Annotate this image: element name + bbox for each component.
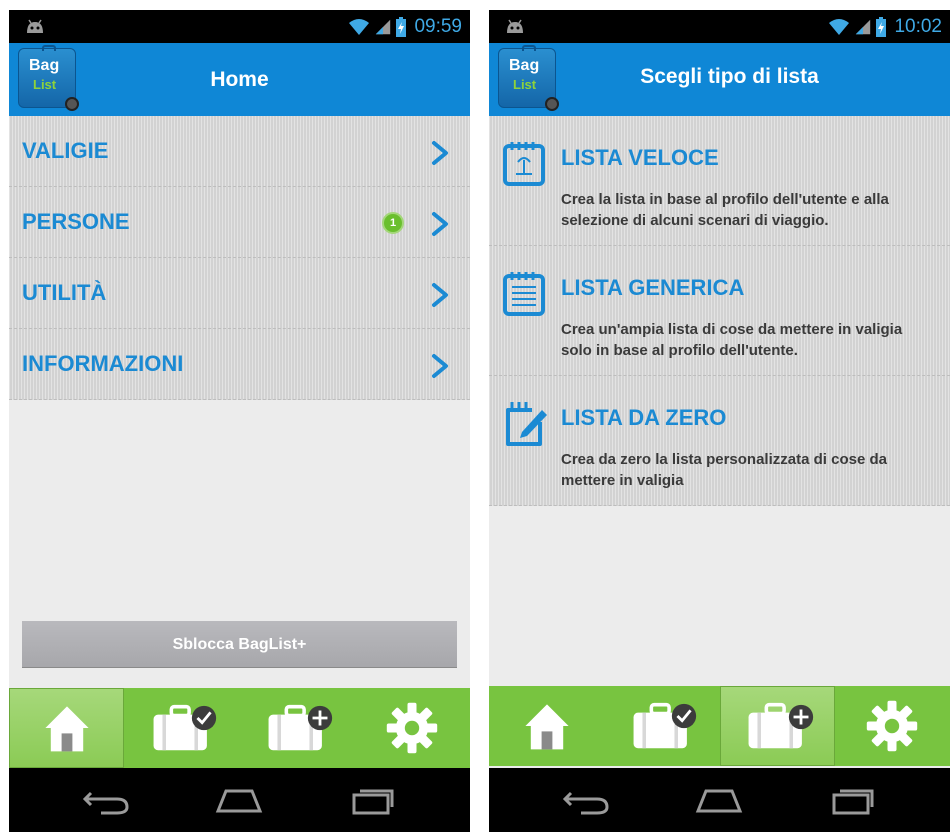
notepad-lines-icon [502,270,546,318]
status-time: 10:02 [894,16,942,37]
chevron-right-icon [430,283,450,307]
status-time: 09:59 [414,16,462,37]
gear-icon [865,699,919,753]
page-title: Home [210,68,269,91]
option-title: LISTA DA ZERO [561,405,727,430]
menu-item-label: VALIGIE [22,138,109,163]
tab-home[interactable] [489,686,604,766]
tab-new-suitcase[interactable] [719,686,835,766]
check-badge-icon [190,704,218,732]
option-description: Crea un'ampia lista di cose da mettere i… [561,321,903,359]
list-type-options: LISTA VELOCE Crea la lista in base al pr… [489,116,950,506]
menu-item-label: UTILITÀ [22,280,107,305]
status-bar: 09:59 [9,10,470,43]
wifi-icon [347,17,371,37]
plus-badge-icon [787,703,815,731]
battery-icon [395,16,407,38]
chevron-right-icon [430,354,450,378]
notepad-pencil-icon [502,400,550,448]
home-icon [40,701,94,755]
home-icon [520,699,574,753]
signal-icon [854,17,872,37]
signal-icon [374,17,392,37]
home-nav-icon[interactable] [214,785,264,815]
count-badge: 1 [382,212,404,234]
recent-apps-icon[interactable] [348,785,398,815]
choose-list-screen: 10:02 Bag List Scegli tipo di lista LIST… [489,10,950,832]
tab-settings[interactable] [835,686,950,766]
option-lista-veloce[interactable]: LISTA VELOCE Crea la lista in base al pr… [489,116,950,246]
tab-bar [9,688,470,768]
system-nav-bar [489,768,950,832]
tab-bar [489,686,950,766]
main-menu: VALIGIE PERSONE 1 UTILITÀ INFORMAZIONI [9,116,470,400]
menu-item-utilita[interactable]: UTILITÀ [9,258,470,329]
action-bar: Bag List Scegli tipo di lista [489,43,950,116]
option-title: LISTA VELOCE [561,145,719,170]
android-icon [23,17,47,35]
page-title: Scegli tipo di lista [640,65,819,88]
option-lista-generica[interactable]: LISTA GENERICA Crea un'ampia lista di co… [489,246,950,376]
tab-settings[interactable] [355,688,470,768]
plus-badge-icon [306,704,334,732]
menu-item-label: PERSONE [22,209,130,234]
option-description: Crea la lista in base al profilo dell'ut… [561,191,889,229]
option-lista-da-zero[interactable]: LISTA DA ZERO Crea da zero la lista pers… [489,376,950,506]
action-bar: Bag List Home [9,43,470,116]
recent-apps-icon[interactable] [828,785,878,815]
tab-new-suitcase[interactable] [240,688,355,768]
gear-icon [385,701,439,755]
menu-item-persone[interactable]: PERSONE 1 [9,187,470,258]
menu-item-informazioni[interactable]: INFORMAZIONI [9,329,470,400]
battery-icon [875,16,887,38]
wifi-icon [827,17,851,37]
tab-my-suitcases[interactable] [124,688,239,768]
chevron-right-icon [430,141,450,165]
back-icon[interactable] [561,785,611,815]
check-badge-icon [670,702,698,730]
back-icon[interactable] [81,785,131,815]
chevron-right-icon [430,212,450,236]
menu-item-label: INFORMAZIONI [22,351,184,376]
calendar-quick-icon [502,140,546,188]
home-screen: 09:59 Bag List Home VALIGIE PERSONE 1 UT… [9,10,470,832]
home-nav-icon[interactable] [694,785,744,815]
option-title: LISTA GENERICA [561,275,745,300]
status-bar: 10:02 [489,10,950,43]
tab-my-suitcases[interactable] [604,686,719,766]
option-description: Crea da zero la lista personalizzata di … [561,451,887,489]
menu-item-valigie[interactable]: VALIGIE [9,116,470,187]
tab-home[interactable] [9,688,125,768]
system-nav-bar [9,768,470,832]
android-icon [503,17,527,35]
unlock-baglist-button[interactable]: Sblocca BagList+ [22,621,457,668]
